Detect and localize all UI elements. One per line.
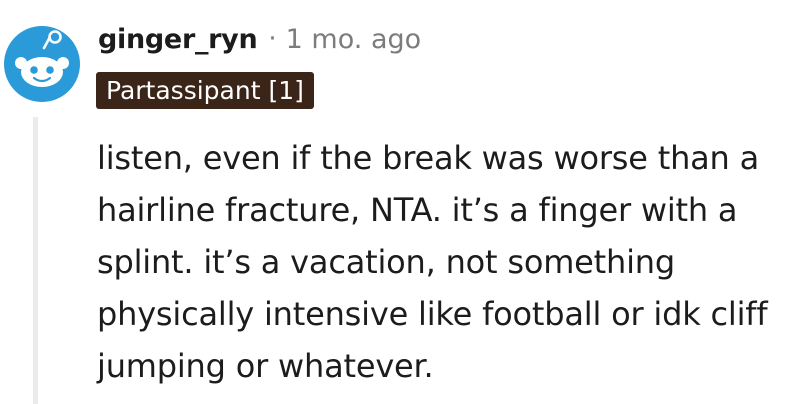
reddit-snoo-avatar-icon[interactable] — [3, 25, 81, 103]
user-flair: Partassipant [1] — [96, 72, 314, 109]
timestamp[interactable]: 1 mo. ago — [286, 24, 421, 55]
meta-separator: · — [268, 24, 277, 54]
username-link[interactable]: ginger_ryn — [98, 24, 258, 55]
comment: ginger_ryn · 1 mo. ago Partassipant [1] … — [0, 0, 807, 404]
comment-body: listen, even if the break was worse than… — [97, 139, 768, 385]
thread-line[interactable] — [33, 117, 38, 404]
comment-meta: ginger_ryn · 1 mo. ago — [98, 17, 421, 61]
